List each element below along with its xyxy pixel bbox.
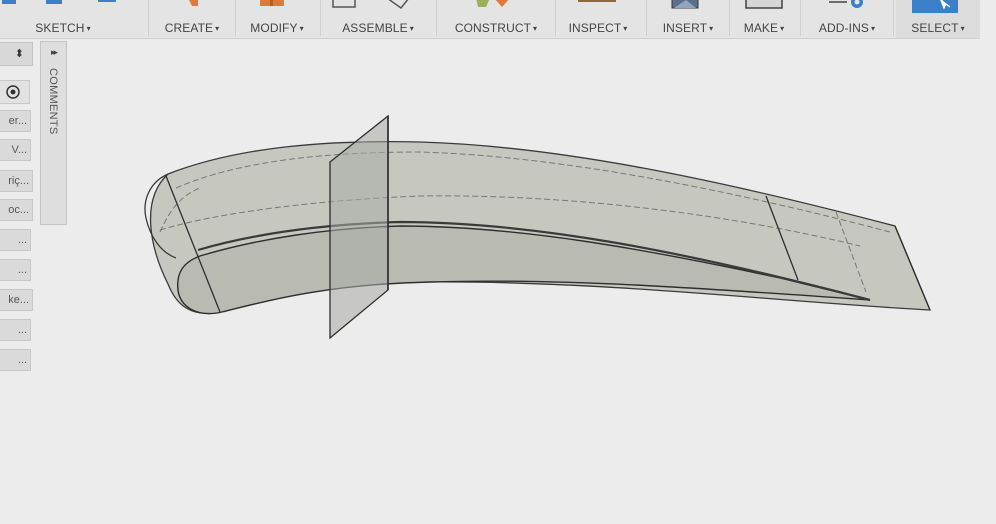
add-ins-icon	[829, 0, 863, 8]
main-toolbar: SKETCH ▾ CREATE ▾ MODIFY ▾ ASSEMBLE ▾ CONSTR…	[0, 0, 980, 39]
toolbar-separator	[646, 0, 647, 36]
toolbar-insert[interactable]: INSERT ▾	[650, 0, 726, 38]
toolbar-separator	[729, 0, 730, 36]
toolbar-inspect-label: INSPECT	[568, 21, 622, 35]
toolbar-make-label: MAKE	[743, 21, 779, 35]
toolbar-inspect[interactable]: INSPECT ▾	[558, 0, 638, 38]
toolbar-create-label: CREATE	[164, 21, 214, 35]
expand-comments-icon[interactable]: ▸▸	[41, 47, 66, 58]
toolbar-assemble-label: ASSEMBLE	[342, 21, 408, 35]
browser-item[interactable]: ke...	[0, 289, 33, 311]
browser-collapse-control[interactable]: ⬍	[0, 42, 33, 66]
toolbar-separator	[235, 0, 236, 36]
browser-item[interactable]: oc...	[0, 199, 33, 221]
assemble-icon	[332, 0, 409, 10]
comments-label: COMMENTS	[47, 68, 59, 135]
toolbar-add-ins-label: ADD-INS	[818, 21, 869, 35]
browser-item[interactable]: ...	[0, 259, 31, 281]
toolbar-sketch-label: SKETCH	[35, 21, 85, 35]
toolbar-separator	[800, 0, 801, 36]
toolbar-create[interactable]: CREATE ▾	[152, 0, 232, 38]
toolbar-separator	[148, 0, 149, 36]
toolbar-separator	[436, 0, 437, 36]
toolbar-select[interactable]: SELECT ▾	[896, 0, 980, 38]
toolbar-separator	[893, 0, 894, 36]
expand-icon: ⬍	[14, 48, 24, 60]
browser-item[interactable]: ...	[0, 349, 31, 371]
make-icon	[745, 0, 783, 9]
modify-icon	[260, 0, 284, 6]
toolbar-modify-label: MODIFY	[250, 21, 298, 35]
browser-item[interactable]: er...	[0, 110, 31, 132]
toolbar-select-label: SELECT	[911, 21, 959, 35]
browser-item[interactable]: ...	[0, 319, 31, 341]
inspect-icon	[578, 0, 616, 2]
comments-panel[interactable]: ▸▸ COMMENTS	[40, 41, 67, 225]
toolbar-sketch[interactable]: SKETCH ▾	[0, 0, 130, 38]
browser-radio-item[interactable]	[0, 80, 30, 104]
toolbar-construct-label: CONSTRUCT	[454, 21, 532, 35]
create-icon	[189, 0, 198, 6]
construct-icon	[476, 0, 509, 7]
toolbar-separator	[320, 0, 321, 36]
browser-item[interactable]: riç...	[0, 170, 33, 192]
3d-viewport[interactable]	[0, 38, 996, 524]
toolbar-make[interactable]: MAKE ▾	[732, 0, 796, 38]
insert-icon	[671, 0, 699, 9]
radio-target-icon	[6, 85, 20, 99]
toolbar-assemble[interactable]: ASSEMBLE ▾	[323, 0, 433, 38]
toolbar-separator	[555, 0, 556, 36]
toolbar-add-ins[interactable]: ADD-INS ▾	[803, 0, 891, 38]
select-arrow-icon	[912, 0, 958, 13]
toolbar-insert-label: INSERT	[662, 21, 708, 35]
browser-item[interactable]: ...	[0, 229, 31, 251]
toolbar-construct[interactable]: CONSTRUCT ▾	[440, 0, 552, 38]
toolbar-modify[interactable]: MODIFY ▾	[238, 0, 316, 38]
sketch-icon	[2, 0, 116, 4]
browser-item[interactable]: V...	[0, 139, 31, 161]
